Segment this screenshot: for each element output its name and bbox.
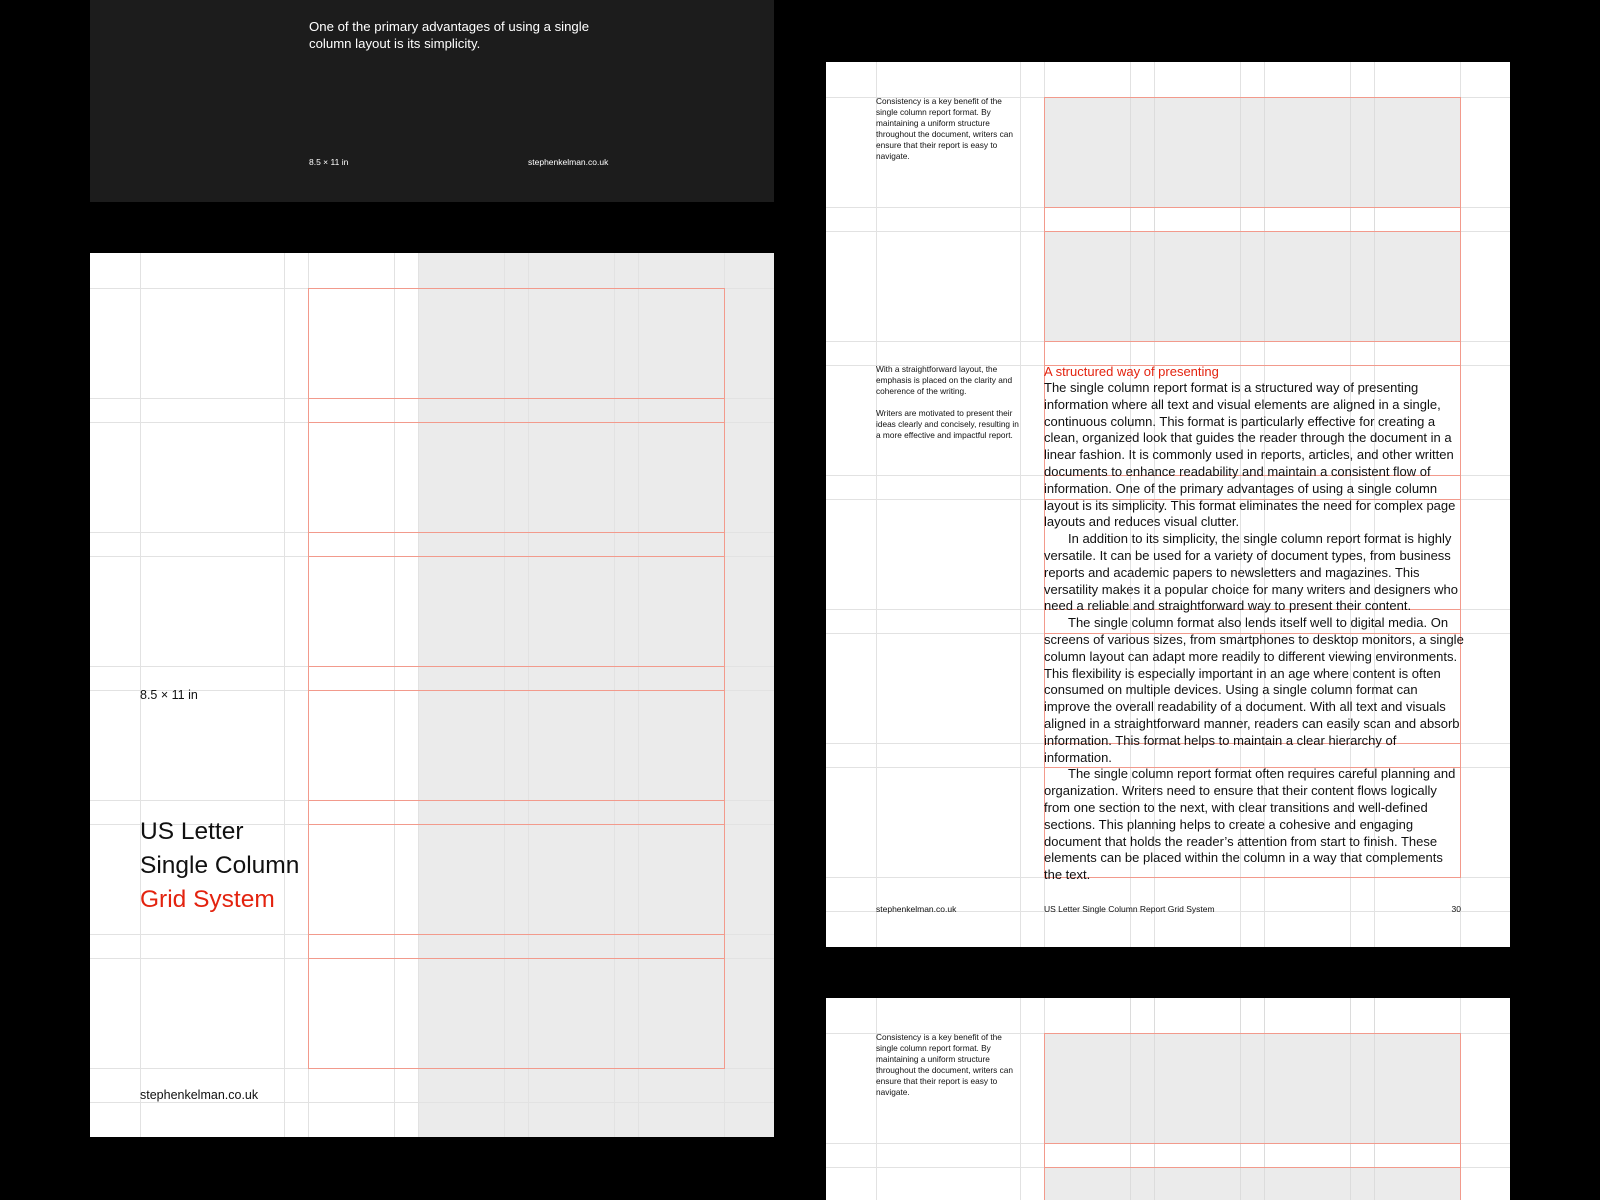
cover-url: stephenkelman.co.uk <box>140 1088 259 1102</box>
grid-text-area <box>308 288 725 1069</box>
grid-text-area <box>1044 1033 1461 1200</box>
cover-page: 8.5 × 11 in US Letter Single Column Grid… <box>90 253 774 1137</box>
cover-size-label: 8.5 × 11 in <box>140 688 198 702</box>
dark-quote-page: One of the primary advantages of using a… <box>90 0 774 202</box>
sidenote-clarity-2: Writers are motivated to present their i… <box>876 408 1019 440</box>
title-line-2: Single Column <box>140 852 300 879</box>
paragraph: In addition to its simplicity, the singl… <box>1044 531 1459 614</box>
site-url: stephenkelman.co.uk <box>528 157 609 167</box>
cover-title: US Letter Single Column Grid System <box>140 815 299 917</box>
section-heading: A structured way of presenting <box>1044 364 1219 379</box>
bottom-partial-page: Consistency is a key benefit of the sing… <box>826 998 1510 1200</box>
sidenote-clarity: With a straightforward layout, the empha… <box>876 364 1022 441</box>
footer-title: US Letter Single Column Report Grid Syst… <box>1044 904 1215 914</box>
quote-text: One of the primary advantages of using a… <box>309 19 590 51</box>
footer-url: stephenkelman.co.uk <box>876 904 957 914</box>
size-label: 8.5 × 11 in <box>309 157 349 167</box>
sidenote-consistency: Consistency is a key benefit of the sing… <box>876 96 1013 161</box>
title-line-3: Grid System <box>140 886 275 913</box>
paragraph: The single column report format often re… <box>1044 766 1456 883</box>
paragraph: The single column format also lends itse… <box>1044 615 1464 765</box>
sidenote-consistency: Consistency is a key benefit of the sing… <box>876 1032 1013 1097</box>
page-number: 30 <box>1451 904 1461 914</box>
sidenote-clarity-1: With a straightforward layout, the empha… <box>876 364 1013 396</box>
content-page: Consistency is a key benefit of the sing… <box>826 62 1510 947</box>
paragraph: The single column report format is a str… <box>1044 380 1456 530</box>
title-line-1: US Letter <box>140 818 244 845</box>
body-text: The single column report format is a str… <box>1044 380 1464 884</box>
